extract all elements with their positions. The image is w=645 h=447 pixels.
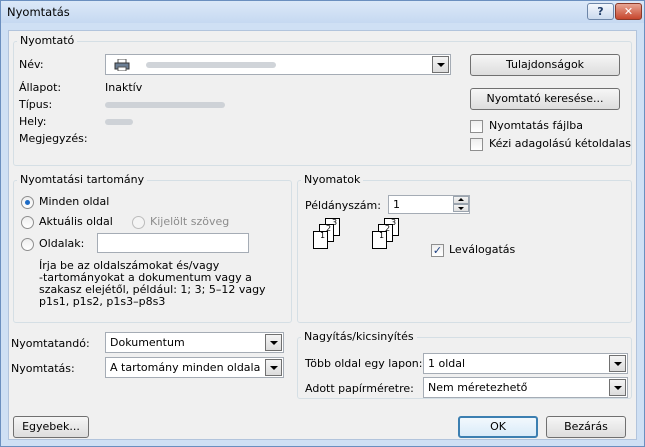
selection-radio	[132, 216, 145, 229]
dialog-body: Nyomtató Név: Tulajdonságok Állapot: Ina…	[8, 30, 637, 440]
collate-checkbox[interactable]: ✓	[431, 244, 444, 257]
copies-group-label: Nyomatok	[301, 173, 364, 186]
options-button-label: Egyebek...	[22, 420, 80, 433]
pages-radio[interactable]	[21, 238, 34, 251]
pages-per-sheet-value: 1 oldal	[428, 357, 466, 370]
pages-input[interactable]	[97, 233, 249, 253]
print-range-group-label: Nyomtatási tartomány	[17, 173, 148, 186]
window-title: Nyomtatás	[7, 5, 70, 19]
all-pages-label[interactable]: Minden oldal	[39, 195, 109, 208]
scale-to-paper-label: Adott papírméretre:	[305, 382, 414, 395]
pages-hint-line-4: p1s1, p1s2, p1s3–p8s3	[39, 295, 166, 308]
chevron-down-icon[interactable]	[609, 379, 626, 396]
all-pages-radio[interactable]	[21, 196, 34, 209]
print-what-label: Nyomtatandó:	[11, 337, 90, 350]
print-pages-select[interactable]: A tartomány minden oldala	[105, 357, 284, 378]
printer-name-select[interactable]	[105, 54, 451, 75]
scale-to-paper-value: Nem méretezhető	[428, 381, 528, 394]
printer-icon	[114, 58, 130, 72]
print-dialog: Nyomtatás ? ✕ Nyomtató Név: Tulajdonságo…	[0, 0, 645, 447]
ok-button-label: OK	[490, 420, 506, 433]
manual-duplex-checkbox[interactable]	[470, 138, 483, 151]
status-value: Inaktív	[105, 81, 143, 94]
location-label: Hely:	[19, 115, 47, 128]
help-button[interactable]: ?	[587, 3, 614, 20]
printer-group-label: Nyomtató	[17, 34, 78, 47]
properties-button-label: Tulajdonságok	[505, 58, 585, 71]
comment-label: Megjegyzés:	[19, 132, 88, 145]
collate-label[interactable]: Leválogatás	[449, 243, 515, 256]
page-front: 1	[313, 231, 328, 249]
selection-label: Kijelölt szöveg	[150, 215, 230, 228]
help-icon: ?	[597, 5, 604, 18]
type-value	[105, 102, 225, 108]
ok-button[interactable]: OK	[458, 416, 538, 438]
current-page-label[interactable]: Aktuális oldal	[39, 215, 113, 228]
printer-name-value	[146, 62, 276, 68]
options-button[interactable]: Egyebek...	[13, 416, 89, 438]
find-printer-button-label: Nyomtató keresése...	[486, 92, 604, 105]
copies-count-input[interactable]: 1	[388, 195, 470, 214]
close-button[interactable]: ✕	[615, 3, 642, 20]
title-bar: Nyomtatás ? ✕	[1, 1, 644, 23]
close-dialog-button[interactable]: Bezárás	[546, 416, 626, 438]
location-value	[105, 119, 133, 125]
find-printer-button[interactable]: Nyomtató keresése...	[470, 88, 620, 110]
chevron-down-icon[interactable]	[432, 56, 449, 73]
current-page-radio[interactable]	[21, 216, 34, 229]
zoom-group-label: Nagyítás/kicsinyítés	[301, 330, 417, 343]
spin-down-icon[interactable]	[453, 204, 469, 212]
copies-spinner[interactable]	[453, 196, 469, 213]
print-to-file-checkbox[interactable]	[470, 120, 483, 133]
copies-count-value: 1	[393, 198, 400, 211]
chevron-down-icon[interactable]	[265, 334, 282, 351]
print-pages-label: Nyomtatás:	[11, 362, 75, 375]
page-front: 1	[372, 231, 387, 249]
pages-per-sheet-select[interactable]: 1 oldal	[423, 353, 628, 374]
chevron-down-icon[interactable]	[609, 355, 626, 372]
print-pages-value: A tartomány minden oldala	[110, 361, 261, 374]
printer-name-label: Név:	[19, 58, 44, 71]
pages-per-sheet-label: Több oldal egy lapon:	[305, 357, 423, 370]
print-what-select[interactable]: Dokumentum	[105, 332, 284, 353]
print-to-file-label[interactable]: Nyomtatás fájlba	[489, 119, 583, 132]
close-dialog-button-label: Bezárás	[564, 420, 608, 433]
properties-button[interactable]: Tulajdonságok	[470, 54, 620, 76]
scale-to-paper-select[interactable]: Nem méretezhető	[423, 377, 628, 398]
type-label: Típus:	[19, 98, 53, 111]
print-what-value: Dokumentum	[110, 336, 185, 349]
pages-label[interactable]: Oldalak:	[39, 237, 84, 250]
spin-up-icon[interactable]	[453, 196, 469, 204]
manual-duplex-label[interactable]: Kézi adagolású kétoldalas	[489, 137, 631, 150]
copies-count-label: Példányszám:	[305, 199, 381, 212]
close-icon: ✕	[623, 5, 634, 18]
chevron-down-icon[interactable]	[265, 359, 282, 376]
status-label: Állapot:	[19, 81, 62, 94]
